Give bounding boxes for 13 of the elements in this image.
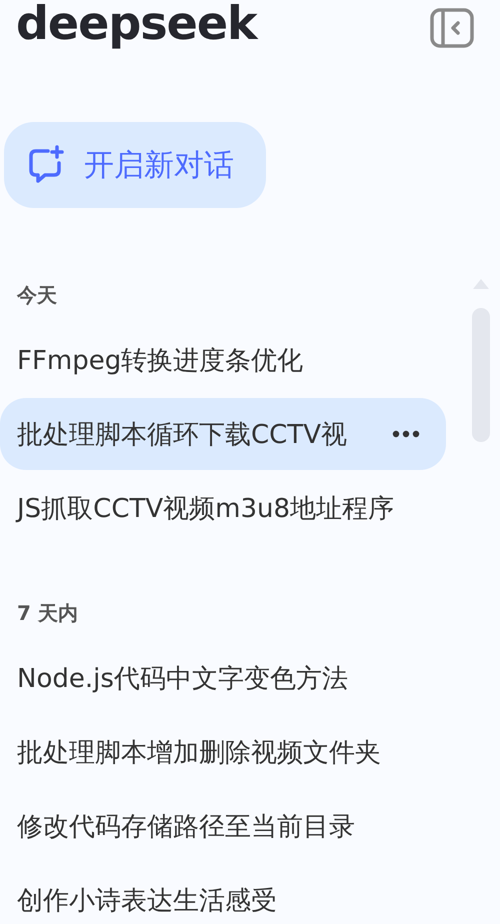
chat-history-item[interactable]: 批处理脚本循环下载CCTV视 bbox=[0, 398, 446, 470]
chat-history-item[interactable]: 修改代码存储路径至当前目录 bbox=[0, 790, 446, 862]
sidebar-collapse-icon[interactable] bbox=[430, 8, 474, 48]
more-icon[interactable] bbox=[392, 430, 420, 438]
new-chat-button[interactable]: 开启新对话 bbox=[4, 122, 266, 208]
chat-history-item[interactable]: 创作小诗表达生活感受 bbox=[0, 864, 446, 924]
section-heading: 今天 bbox=[16, 282, 57, 309]
chat-history-item[interactable]: 批处理脚本增加删除视频文件夹 bbox=[0, 716, 446, 788]
chat-history-item[interactable]: JS抓取CCTV视频m3u8地址程序 bbox=[0, 472, 446, 544]
logo: deepseek bbox=[16, 0, 257, 48]
section-heading: 7 天内 bbox=[16, 600, 78, 627]
chat-history-item[interactable]: Node.js代码中文字变色方法 bbox=[0, 642, 446, 714]
chat-history-item[interactable]: FFmpeg转换进度条优化 bbox=[0, 324, 446, 396]
